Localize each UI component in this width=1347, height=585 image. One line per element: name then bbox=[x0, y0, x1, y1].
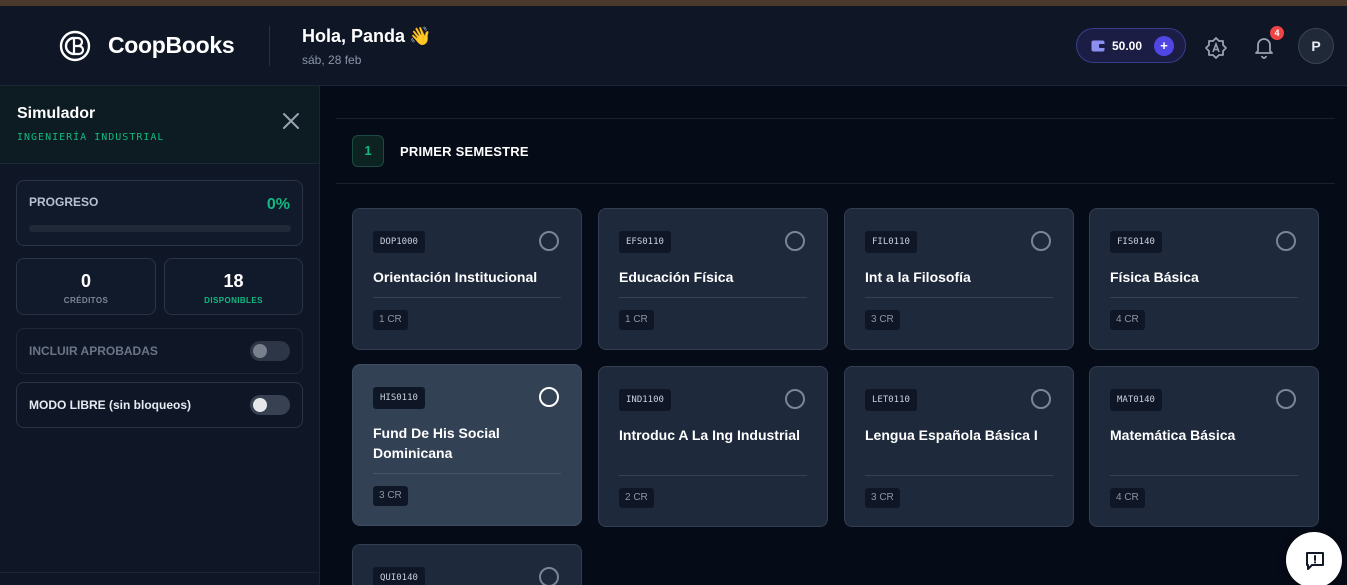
course-credits: 1 CR bbox=[373, 310, 408, 330]
free-mode-label: MODO LIBRE (sin bloqueos) bbox=[29, 398, 191, 412]
chat-support-button[interactable] bbox=[1286, 532, 1342, 585]
course-card[interactable]: MAT0140 Matemática Básica 4 CR bbox=[1089, 366, 1319, 527]
course-code: QUI0140 bbox=[373, 567, 425, 585]
course-select-radio[interactable] bbox=[539, 567, 559, 585]
brand-name: CoopBooks bbox=[108, 32, 235, 58]
card-divider bbox=[373, 473, 561, 474]
available-label: DISPONIBLES bbox=[204, 296, 263, 305]
greeting-text: Hola, Panda bbox=[302, 26, 406, 46]
sidebar-header: Simulador INGENIERÍA INDUSTRIAL bbox=[0, 86, 319, 164]
include-approved-label: INCLUIR APROBADAS bbox=[29, 344, 158, 358]
course-credits: 1 CR bbox=[619, 310, 654, 330]
course-card[interactable]: IND1100 Introduc A La Ing Industrial 2 C… bbox=[598, 366, 828, 527]
course-code: FIL0110 bbox=[865, 231, 917, 253]
chat-icon bbox=[1306, 552, 1324, 570]
toggle-knob bbox=[253, 344, 267, 358]
card-divider bbox=[619, 475, 807, 476]
course-code: DOP1000 bbox=[373, 231, 425, 253]
course-code: IND1100 bbox=[619, 389, 671, 411]
progress-bar bbox=[29, 225, 291, 232]
semester-number-badge: 1 bbox=[352, 135, 384, 167]
course-card[interactable]: QUI0140 bbox=[352, 544, 582, 585]
app-header: CoopBooks Hola, Panda 👋 sáb, 28 feb 50.00… bbox=[0, 6, 1347, 86]
wallet-icon bbox=[1091, 40, 1105, 52]
theme-toggle-icon[interactable] bbox=[1204, 36, 1228, 60]
include-approved-row: INCLUIR APROBADAS bbox=[16, 328, 303, 374]
course-name: Fund De His Social Dominicana bbox=[373, 425, 500, 461]
credits-label: CRÉDITOS bbox=[63, 296, 109, 305]
course-code: EFS0110 bbox=[619, 231, 671, 253]
course-code: MAT0140 bbox=[1110, 389, 1162, 411]
wave-emoji: 👋 bbox=[409, 26, 432, 46]
wallet-amount: 50.00 bbox=[1112, 39, 1143, 53]
course-card[interactable]: HIS0110 Fund De His Social Dominicana 3 … bbox=[352, 364, 582, 526]
course-credits: 2 CR bbox=[619, 488, 654, 508]
notification-count-badge: 4 bbox=[1270, 26, 1284, 40]
course-select-radio[interactable] bbox=[785, 231, 805, 251]
course-code: HIS0110 bbox=[373, 387, 425, 409]
course-name: Int a la Filosofía bbox=[865, 269, 971, 285]
course-name: Física Básica bbox=[1110, 269, 1199, 285]
available-stat: 18 DISPONIBLES bbox=[164, 258, 303, 315]
wallet-balance-button[interactable]: 50.00 + bbox=[1076, 28, 1186, 63]
course-card[interactable]: LET0110 Lengua Española Básica I 3 CR bbox=[844, 366, 1074, 527]
course-card[interactable]: EFS0110 Educación Física 1 CR bbox=[598, 208, 828, 350]
course-code: LET0110 bbox=[865, 389, 917, 411]
coopbooks-logo-icon bbox=[59, 30, 91, 62]
course-credits: 3 CR bbox=[865, 310, 900, 330]
card-divider bbox=[373, 297, 561, 298]
course-select-radio[interactable] bbox=[1276, 389, 1296, 409]
course-select-radio[interactable] bbox=[1276, 231, 1296, 251]
course-select-radio[interactable] bbox=[1031, 231, 1051, 251]
credits-value: 0 bbox=[80, 271, 91, 291]
current-date: sáb, 28 feb bbox=[302, 53, 362, 67]
progress-value: 0% bbox=[266, 196, 290, 213]
career-name: INGENIERÍA INDUSTRIAL bbox=[17, 132, 165, 143]
card-divider bbox=[619, 297, 807, 298]
course-card[interactable]: DOP1000 Orientación Institucional 1 CR bbox=[352, 208, 582, 350]
simulator-sidebar: Simulador INGENIERÍA INDUSTRIAL PROGRESO… bbox=[0, 86, 320, 585]
card-divider bbox=[1110, 297, 1298, 298]
section-top-divider bbox=[336, 118, 1335, 119]
course-credits: 3 CR bbox=[865, 488, 900, 508]
course-code: FIS0140 bbox=[1110, 231, 1162, 253]
greeting: Hola, Panda 👋 bbox=[302, 26, 431, 47]
user-avatar[interactable]: P bbox=[1298, 28, 1334, 64]
course-select-radio[interactable] bbox=[539, 387, 559, 407]
available-value: 18 bbox=[223, 271, 244, 291]
semester-title: PRIMER SEMESTRE bbox=[400, 144, 529, 159]
course-credits: 4 CR bbox=[1110, 310, 1145, 330]
sidebar-footer-divider bbox=[0, 572, 319, 573]
course-select-radio[interactable] bbox=[785, 389, 805, 409]
sidebar-title: Simulador bbox=[17, 105, 96, 122]
course-name: Introduc A La Ing Industrial bbox=[619, 427, 800, 443]
progress-card: PROGRESO 0% bbox=[16, 180, 303, 246]
progress-label: PROGRESO bbox=[29, 195, 99, 209]
card-divider bbox=[865, 297, 1053, 298]
free-mode-toggle[interactable] bbox=[250, 395, 290, 415]
course-card[interactable]: FIS0140 Física Básica 4 CR bbox=[1089, 208, 1319, 350]
header-divider bbox=[269, 26, 270, 66]
course-card[interactable]: FIL0110 Int a la Filosofía 3 CR bbox=[844, 208, 1074, 350]
include-approved-toggle[interactable] bbox=[250, 341, 290, 361]
credits-stat: 0 CRÉDITOS bbox=[16, 258, 156, 315]
free-mode-row: MODO LIBRE (sin bloqueos) bbox=[16, 382, 303, 428]
card-divider bbox=[865, 475, 1053, 476]
close-icon[interactable] bbox=[281, 111, 301, 131]
course-name: Matemática Básica bbox=[1110, 427, 1236, 443]
card-divider bbox=[1110, 475, 1298, 476]
course-name: Orientación Institucional bbox=[373, 269, 538, 285]
course-name: Lengua Española Básica I bbox=[865, 427, 1038, 443]
course-name: Educación Física bbox=[619, 269, 734, 285]
toggle-knob bbox=[253, 398, 267, 412]
course-select-radio[interactable] bbox=[539, 231, 559, 251]
add-funds-button[interactable]: + bbox=[1154, 36, 1174, 56]
course-credits: 3 CR bbox=[373, 486, 408, 506]
section-bottom-divider bbox=[336, 183, 1335, 184]
course-select-radio[interactable] bbox=[1031, 389, 1051, 409]
course-credits: 4 CR bbox=[1110, 488, 1145, 508]
